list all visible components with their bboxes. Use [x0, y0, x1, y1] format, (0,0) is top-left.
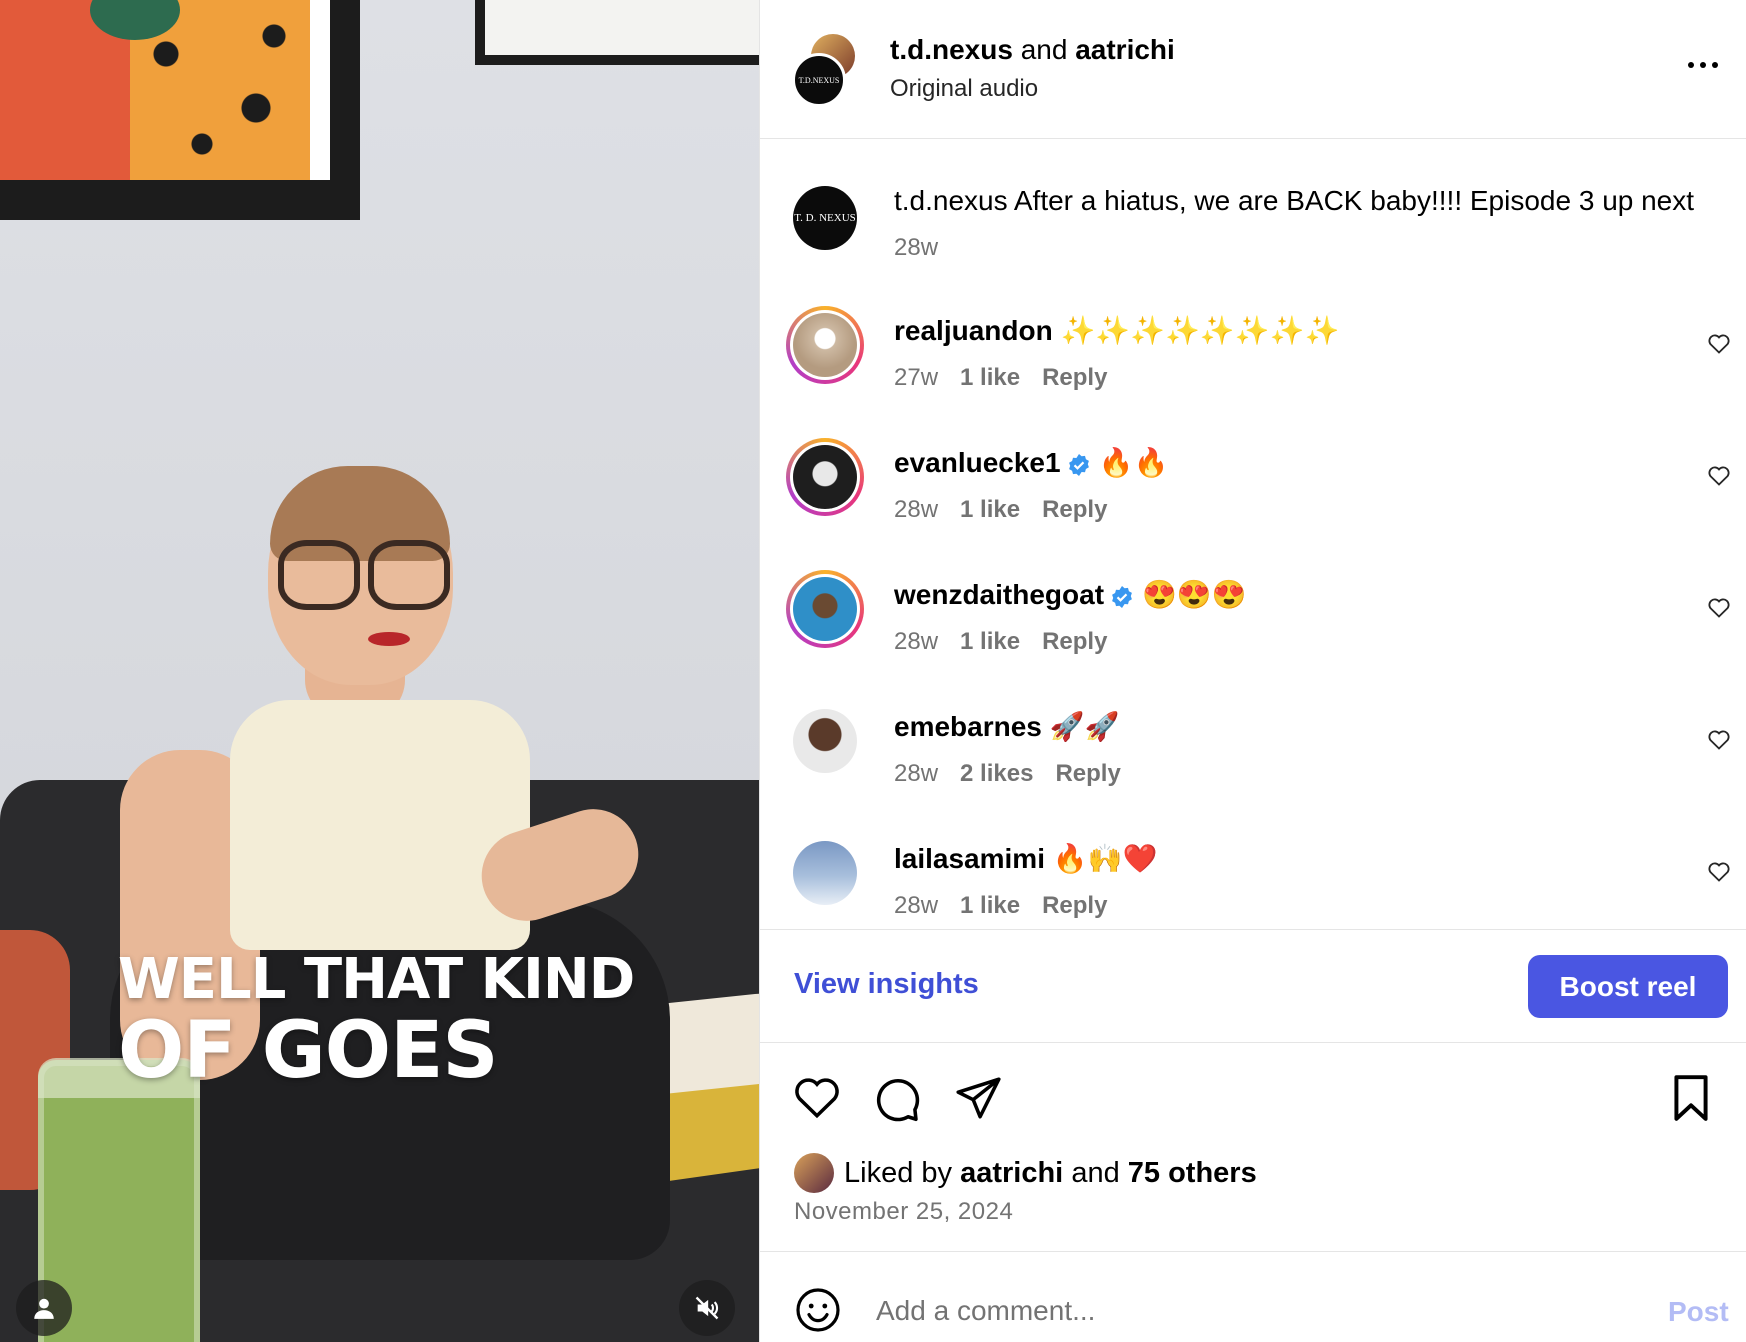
comment-text: realjuandon ✨✨✨✨✨✨✨✨: [894, 315, 1340, 346]
like-comment-heart-icon[interactable]: [1707, 332, 1731, 356]
user-icon: [34, 1298, 54, 1319]
comment-likes[interactable]: 1 like: [960, 892, 1020, 919]
insights-bar: View insights Boost reel: [760, 929, 1746, 1043]
liker-avatar[interactable]: [794, 1153, 834, 1193]
caption-line-1: WELL THAT KIND: [118, 947, 635, 1012]
comment-likes[interactable]: 1 like: [960, 628, 1020, 655]
caption-line-2: OF GOES: [118, 1006, 499, 1096]
comment-text: emebarnes 🚀🚀: [894, 711, 1120, 742]
save-bookmark-icon[interactable]: [1666, 1073, 1716, 1123]
verified-badge-icon: [1068, 453, 1089, 476]
post-date: November 25, 2024: [794, 1198, 1014, 1225]
commenter-avatar: [793, 313, 857, 377]
reel-video[interactable]: WELL THAT KIND OF GOES: [0, 0, 759, 1342]
wall-art-frame: [0, 0, 360, 220]
commenter-avatar: [793, 577, 857, 641]
post-age: 28w: [894, 234, 939, 261]
like-comment-heart-icon[interactable]: [1707, 596, 1731, 620]
commenter-avatar[interactable]: [793, 709, 857, 773]
tagged-users-button[interactable]: [16, 1280, 72, 1336]
boost-reel-button[interactable]: Boost reel: [1528, 955, 1728, 1018]
like-comment-heart-icon[interactable]: [1707, 728, 1731, 752]
author-names: t.d.nexus and aatrichi: [890, 34, 1175, 65]
comment-meta: 28w 1 like Reply: [894, 496, 1108, 523]
wall-art-frame-2: [475, 0, 759, 65]
reply-button[interactable]: Reply: [1042, 496, 1107, 523]
post-details-panel: T.D.NEXUS t.d.nexus and aatrichi Origina…: [759, 0, 1746, 1342]
comment-meta: 27w 1 like Reply: [894, 364, 1108, 391]
video-caption: WELL THAT KIND OF GOES: [118, 947, 635, 1096]
story-ring[interactable]: [786, 438, 864, 516]
like-heart-icon[interactable]: [792, 1073, 842, 1123]
post-actions: Liked by aatrichi and 75 others November…: [760, 1041, 1746, 1252]
post-caption: t.d.nexus After a hiatus, we are BACK ba…: [894, 185, 1695, 216]
emoji-icon[interactable]: [794, 1286, 842, 1334]
comment-text: evanluecke1 🔥🔥: [894, 447, 1169, 478]
speaker-muted-icon: [695, 1296, 719, 1320]
caption-username[interactable]: t.d.nexus: [894, 185, 1008, 216]
author-avatar[interactable]: T. D. NEXUS: [793, 186, 857, 250]
comment-likes[interactable]: 2 likes: [960, 760, 1033, 787]
liker-username[interactable]: aatrichi: [960, 1157, 1063, 1190]
comment-text: wenzdaithegoat 😍😍😍: [894, 579, 1247, 610]
like-comment-heart-icon[interactable]: [1707, 464, 1731, 488]
comments-list[interactable]: T. D. NEXUS t.d.nexus After a hiatus, we…: [760, 139, 1746, 929]
reply-button[interactable]: Reply: [1042, 628, 1107, 655]
author-username[interactable]: t.d.nexus: [890, 34, 1013, 65]
comment-likes[interactable]: 1 like: [960, 364, 1020, 391]
reply-button[interactable]: Reply: [1042, 892, 1107, 919]
author-avatar[interactable]: T.D.NEXUS: [792, 53, 846, 107]
reply-button[interactable]: Reply: [1042, 364, 1107, 391]
view-insights-link[interactable]: View insights: [794, 968, 979, 1001]
audio-link[interactable]: Original audio: [890, 75, 1038, 103]
comment-input[interactable]: [874, 1288, 1658, 1334]
post-comment-button[interactable]: Post: [1668, 1296, 1729, 1328]
comment-text: lailasamimi 🔥🙌❤️: [894, 843, 1158, 874]
more-options-icon[interactable]: [1688, 55, 1728, 75]
share-send-icon[interactable]: [953, 1073, 1003, 1123]
reply-button[interactable]: Reply: [1055, 760, 1120, 787]
story-ring[interactable]: [786, 570, 864, 648]
comment-meta: 28w 2 likes Reply: [894, 760, 1121, 787]
mute-button[interactable]: [679, 1280, 735, 1336]
collaborator-username[interactable]: aatrichi: [1075, 34, 1175, 65]
verified-badge-icon: [1112, 585, 1132, 608]
comment-composer: Post: [760, 1252, 1746, 1342]
liked-by: Liked by aatrichi and 75 others: [794, 1153, 1257, 1193]
comment-likes[interactable]: 1 like: [960, 496, 1020, 523]
comment-meta: 28w 1 like Reply: [894, 628, 1108, 655]
story-ring[interactable]: [786, 306, 864, 384]
commenter-avatar[interactable]: [793, 841, 857, 905]
likes-count-link[interactable]: 75 others: [1128, 1157, 1257, 1190]
commenter-avatar: [793, 445, 857, 509]
comment-bubble-icon[interactable]: [872, 1073, 922, 1123]
like-comment-heart-icon[interactable]: [1707, 860, 1731, 884]
post-header: T.D.NEXUS t.d.nexus and aatrichi Origina…: [760, 0, 1746, 139]
comment-meta: 28w 1 like Reply: [894, 892, 1108, 919]
